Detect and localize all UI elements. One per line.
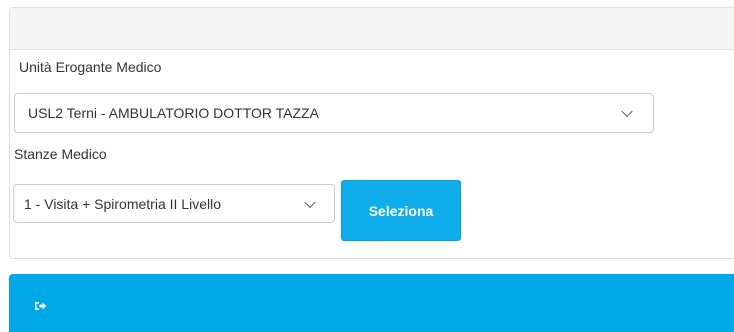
chevron-down-icon [621, 105, 633, 118]
page: Unità Erogante Medico USL2 Terni - AMBUL… [0, 0, 734, 332]
room-label: Stanze Medico [14, 146, 107, 162]
unit-select-value: USL2 Terni - AMBULATORIO DOTTOR TAZZA [28, 105, 319, 121]
panel-heading [10, 8, 734, 50]
room-select-value: 1 - Visita + Spirometria II Livello [24, 195, 221, 212]
unit-label: Unità Erogante Medico [19, 59, 162, 75]
chevron-down-icon [304, 196, 316, 208]
logout-icon[interactable] [33, 299, 47, 313]
unit-select[interactable]: USL2 Terni - AMBULATORIO DOTTOR TAZZA [14, 93, 654, 133]
bottom-bar [9, 274, 734, 332]
select-button[interactable]: Seleziona [341, 180, 461, 241]
room-select[interactable]: 1 - Visita + Spirometria II Livello [13, 184, 335, 223]
